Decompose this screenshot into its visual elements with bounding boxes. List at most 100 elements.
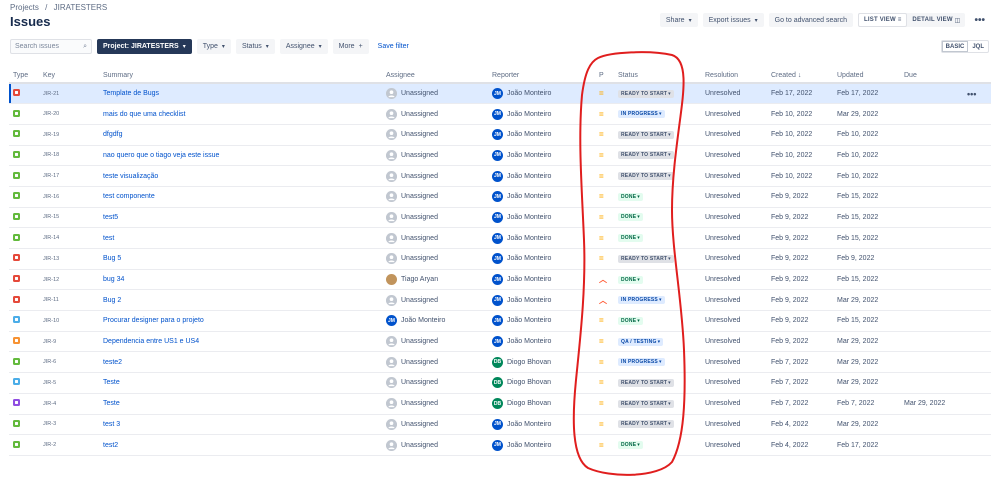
issue-key[interactable]: JIR-2 [39,434,99,456]
issue-summary-link[interactable]: Procurar designer para o projeto [99,310,382,332]
issue-summary-link[interactable]: test componente [99,186,382,208]
issue-key[interactable]: JIR-16 [39,186,99,208]
table-row[interactable]: JIR-16 test componente Unassigned JM João Mo… [9,186,991,208]
issue-summary-link[interactable]: test2 [99,434,382,456]
issue-key[interactable]: JIR-14 [39,227,99,249]
status-dropdown[interactable]: READY TO START ▾ [618,130,674,139]
table-row[interactable]: JIR-20 mais do que uma checklist Unassigne… [9,103,991,125]
status-dropdown[interactable]: DONE ▾ [618,316,643,325]
column-header-status[interactable]: Status [614,68,701,84]
basic-mode-button[interactable]: BASIC [941,41,969,52]
issue-summary-link[interactable]: Teste [99,393,382,415]
column-header-type[interactable]: Type [9,68,39,84]
breadcrumb-projects-link[interactable]: Projects [10,3,39,12]
status-dropdown[interactable]: DONE ▾ [618,275,643,284]
issue-key[interactable]: JIR-11 [39,289,99,312]
more-filters-button[interactable]: More + [332,39,369,54]
issue-summary-link[interactable]: nao quero que o tiago veja este issue [99,145,382,167]
table-row[interactable]: JIR-5 Teste Unassigned DB Diogo Bhovan = READY… [9,372,991,394]
table-row[interactable]: JIR-3 test 3 Unassigned JM João Monteiro = REA… [9,414,991,436]
table-row[interactable]: JIR-19 dfgdfg Unassigned JM João Monteiro = RE… [9,124,991,146]
issue-key[interactable]: JIR-17 [39,165,99,187]
issue-summary-link[interactable]: teste visualização [99,165,382,187]
column-header-resolution[interactable]: Resolution [701,68,767,84]
column-header-p[interactable]: P [595,68,614,84]
status-dropdown[interactable]: READY TO START ▾ [618,420,674,429]
status-dropdown[interactable]: READY TO START ▾ [618,378,674,387]
issue-summary-link[interactable]: Bug 2 [99,289,382,312]
issue-summary-link[interactable]: test5 [99,207,382,229]
column-header-summary[interactable]: Summary [99,68,382,84]
detail-view-button[interactable]: DETAIL VIEW ◫ [907,13,965,27]
breadcrumb-project-link[interactable]: JIRATESTERS [54,3,108,12]
more-actions-button[interactable]: ••• [970,15,989,26]
status-dropdown[interactable]: IN PROGRESS ▾ [618,296,665,305]
issue-key[interactable]: JIR-19 [39,124,99,146]
table-row[interactable]: JIR-21 Template de Bugs Unassigned JM João M… [9,83,991,105]
status-dropdown[interactable]: READY TO START ▾ [618,399,674,408]
status-dropdown[interactable]: IN PROGRESS ▾ [618,358,665,367]
status-dropdown[interactable]: READY TO START ▾ [618,89,674,98]
status-dropdown[interactable]: READY TO START ▾ [618,254,674,263]
table-row[interactable]: JIR-12 bug 34 Tiago Aryan JM João Monteiro ︿ D… [9,269,991,291]
save-filter-link[interactable]: Save filter [378,43,409,50]
share-button[interactable]: Share ▾ [659,13,698,27]
status-dropdown[interactable]: READY TO START ▾ [618,172,674,181]
issue-summary-link[interactable]: teste2 [99,351,382,374]
issue-key[interactable]: JIR-3 [39,414,99,436]
advanced-search-button[interactable]: Go to advanced search [768,13,854,27]
search-input[interactable] [15,43,77,50]
table-row[interactable]: JIR-14 test Unassigned JM João Monteiro = DONE… [9,227,991,249]
issue-summary-link[interactable]: mais do que uma checklist [99,103,382,125]
issue-summary-link[interactable]: Dependencia entre US1 e US4 [99,331,382,353]
issue-summary-link[interactable]: test [99,227,382,249]
column-header-reporter[interactable]: Reporter [488,68,595,84]
issue-key[interactable]: JIR-15 [39,207,99,229]
status-dropdown[interactable]: DONE ▾ [618,441,643,450]
status-dropdown[interactable]: IN PROGRESS ▾ [618,110,665,119]
table-row[interactable]: JIR-11 Bug 2 Unassigned JM João Monteiro ︿ IN … [9,289,991,312]
table-row[interactable]: JIR-18 nao quero que o tiago veja este is… [9,145,991,167]
status-dropdown[interactable]: DONE ▾ [618,234,643,243]
list-view-button[interactable]: LIST VIEW ≡ [858,13,908,27]
issue-key[interactable]: JIR-12 [39,269,99,291]
issue-key[interactable]: JIR-5 [39,372,99,394]
issue-summary-link[interactable]: Bug 5 [99,248,382,270]
status-dropdown[interactable]: QA / TESTING ▾ [618,337,664,346]
table-row[interactable]: JIR-13 Bug 5 Unassigned JM João Monteiro = REA… [9,248,991,270]
issue-key[interactable]: JIR-21 [39,83,99,105]
issue-key[interactable]: JIR-4 [39,393,99,415]
issue-summary-link[interactable]: dfgdfg [99,124,382,146]
column-header-updated[interactable]: Updated [833,68,900,84]
issue-key[interactable]: JIR-18 [39,145,99,167]
jql-mode-button[interactable]: JQL [968,41,988,52]
project-filter-button[interactable]: Project: JIRATESTERS ▾ [97,39,192,54]
column-header-key[interactable]: Key [39,68,99,84]
table-row[interactable]: JIR-9 Dependencia entre US1 e US4 Unassign… [9,331,991,353]
column-header-assignee[interactable]: Assignee [382,68,488,84]
table-row[interactable]: JIR-2 test2 Unassigned JM João Monteiro = DONE… [9,434,991,456]
issue-key[interactable]: JIR-13 [39,248,99,270]
table-row[interactable]: JIR-4 Teste Unassigned DB Diogo Bhovan = READY… [9,393,991,415]
issue-key[interactable]: JIR-9 [39,331,99,353]
issue-key[interactable]: JIR-10 [39,310,99,332]
issue-summary-link[interactable]: test 3 [99,414,382,436]
issue-key[interactable]: JIR-6 [39,351,99,374]
status-dropdown[interactable]: DONE ▾ [618,213,643,222]
issue-key[interactable]: JIR-20 [39,103,99,125]
issue-summary-link[interactable]: Teste [99,372,382,394]
issue-summary-link[interactable]: bug 34 [99,269,382,291]
table-row[interactable]: JIR-6 teste2 Unassigned DB Diogo Bhovan = IN P… [9,351,991,374]
export-issues-button[interactable]: Export issues ▾ [702,13,764,27]
table-row[interactable]: JIR-15 test5 Unassigned JM João Monteiro = DON… [9,207,991,229]
table-row[interactable]: JIR-10 Procurar designer para o projeto JM… [9,310,991,332]
column-header-due[interactable]: Due [900,68,963,84]
type-filter-button[interactable]: Type ▾ [196,39,231,54]
issue-summary-link[interactable]: Template de Bugs [99,83,382,105]
assignee-filter-button[interactable]: Assignee ▾ [279,39,328,54]
status-dropdown[interactable]: READY TO START ▾ [618,151,674,160]
table-row[interactable]: JIR-17 teste visualização Unassigned JM João… [9,165,991,187]
status-dropdown[interactable]: DONE ▾ [618,192,643,201]
column-header-created[interactable]: Created ↓ [767,68,833,84]
status-filter-button[interactable]: Status ▾ [235,39,275,54]
